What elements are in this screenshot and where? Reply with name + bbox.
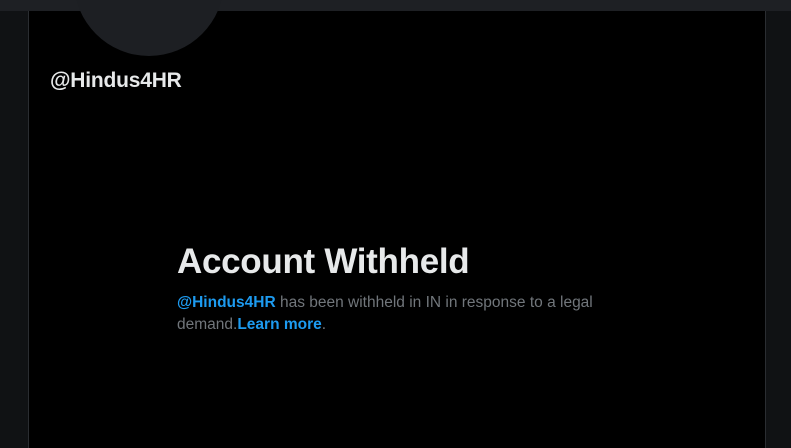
message-period: . — [321, 316, 327, 333]
profile-panel: @Hindus4HR Account Withheld @Hindus4HR h… — [28, 0, 766, 448]
mention-link[interactable]: @Hindus4HR — [177, 294, 276, 311]
withheld-title: Account Withheld — [177, 242, 470, 281]
withheld-notice: Account Withheld @Hindus4HR has been wit… — [177, 241, 647, 336]
learn-more-link[interactable]: Learn more — [237, 316, 321, 333]
profile-handle: @Hindus4HR — [50, 69, 182, 92]
screenshot-frame: @Hindus4HR Account Withheld @Hindus4HR h… — [0, 0, 791, 448]
withheld-message: @Hindus4HR has been withheld in IN in re… — [177, 292, 627, 336]
profile-avatar[interactable] — [74, 0, 224, 56]
